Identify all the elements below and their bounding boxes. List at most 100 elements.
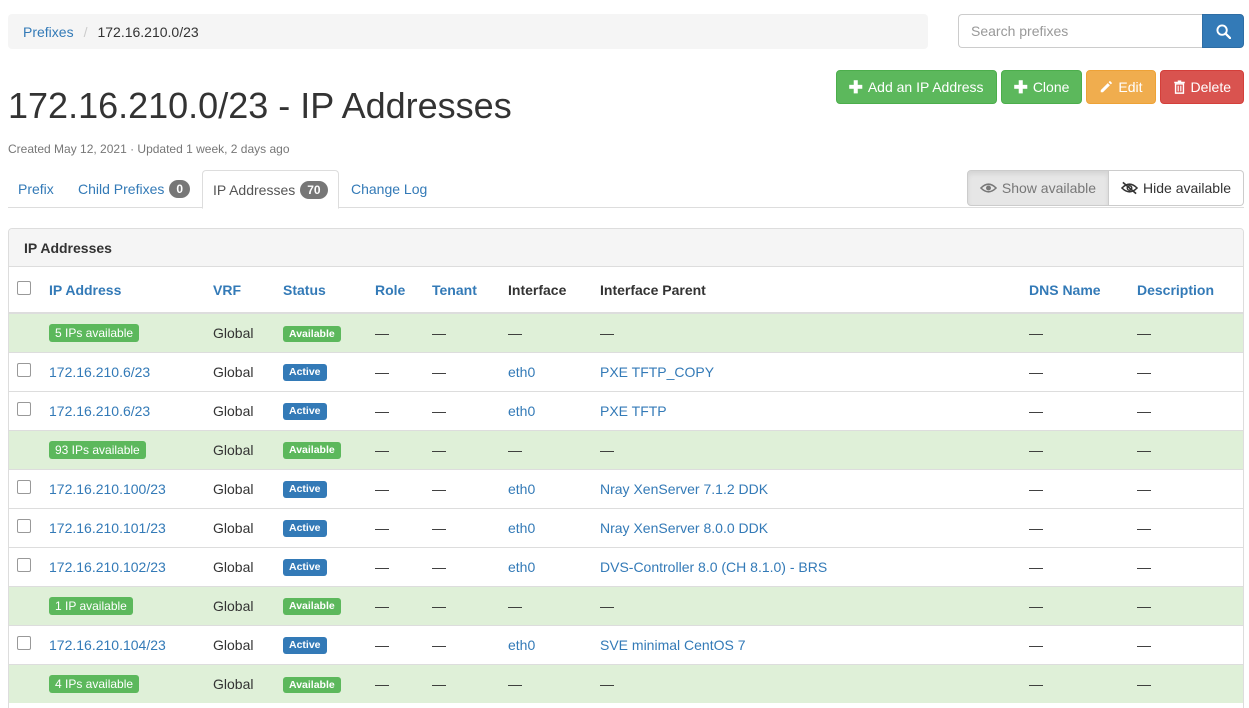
tenant-cell: —: [424, 507, 500, 547]
tenant-cell: —: [424, 468, 500, 508]
status-cell: Available: [275, 429, 367, 469]
search-icon: [1215, 23, 1231, 39]
tab-child-prefixes[interactable]: Child Prefixes 0: [68, 170, 200, 208]
ip-cell: 172.16.210.6/23: [41, 351, 205, 391]
ip-address-link[interactable]: 172.16.210.100/23: [49, 481, 166, 497]
table-row: 172.16.210.6/23 Global Active — — eth0 PXE TFT…: [9, 351, 1243, 391]
show-available-label: Show available: [1001, 180, 1097, 196]
table-row: 172.16.210.100/23 Global Active — — eth0 Nray …: [9, 468, 1243, 508]
breadcrumb-prefixes-link[interactable]: Prefixes: [23, 24, 74, 40]
tab-prefix[interactable]: Prefix: [8, 170, 64, 208]
ip-addresses-table: IP Address VRF Status Role Tenant Interf…: [9, 267, 1243, 703]
row-checkbox[interactable]: [17, 363, 31, 377]
header-vrf[interactable]: VRF: [205, 267, 275, 314]
available-ips-link[interactable]: 1 IP available: [49, 596, 133, 615]
row-checkbox[interactable]: [17, 636, 31, 650]
interface-parent-cell: PXE TFTP: [592, 390, 1021, 430]
table-row: 172.16.210.101/23 Global Active — — eth0 Nray …: [9, 507, 1243, 547]
interface-parent-link[interactable]: Nray XenServer 8.0.0 DDK: [600, 520, 768, 536]
interface-link[interactable]: eth0: [508, 403, 535, 419]
interface-parent-link[interactable]: SVE minimal CentOS 7: [600, 637, 746, 653]
description-cell: —: [1129, 390, 1243, 430]
row-select-cell: [9, 351, 41, 391]
row-select-cell: [9, 624, 41, 664]
row-checkbox[interactable]: [17, 480, 31, 494]
ip-address-link[interactable]: 172.16.210.101/23: [49, 520, 166, 536]
tenant-cell: —: [424, 546, 500, 586]
show-available-button[interactable]: Show available: [966, 170, 1110, 206]
tab-ip-addresses[interactable]: IP Addresses 70: [202, 170, 339, 209]
status-cell: Active: [275, 390, 367, 430]
tenant-cell: —: [424, 624, 500, 664]
edit-button[interactable]: Edit: [1086, 70, 1156, 104]
search-button[interactable]: [1202, 14, 1244, 48]
interface-parent-cell: SVE minimal CentOS 7: [592, 624, 1021, 664]
ip-address-link[interactable]: 172.16.210.104/23: [49, 637, 166, 653]
status-badge: Active: [283, 481, 327, 498]
interface-parent-link[interactable]: Nray XenServer 7.1.2 DDK: [600, 481, 768, 497]
status-badge: Active: [283, 520, 327, 537]
ip-cell: 172.16.210.101/23: [41, 507, 205, 547]
clone-label: Clone: [1032, 79, 1070, 95]
edit-label: Edit: [1118, 79, 1143, 95]
breadcrumb-separator: /: [83, 23, 88, 40]
interface-link[interactable]: eth0: [508, 637, 535, 653]
row-checkbox[interactable]: [17, 402, 31, 416]
status-cell: Available: [275, 663, 367, 703]
add-ip-address-button[interactable]: ✚ Add an IP Address: [835, 70, 997, 104]
panel-heading: IP Addresses: [9, 229, 1243, 267]
ip-address-link[interactable]: 172.16.210.102/23: [49, 559, 166, 575]
available-ips-link[interactable]: 93 IPs available: [49, 440, 146, 459]
table-row: 5 IPs available Global Available — — — — — —: [9, 312, 1243, 352]
header-description[interactable]: Description: [1129, 267, 1243, 314]
available-ips-link[interactable]: 5 IPs available: [49, 323, 140, 342]
interface-link[interactable]: eth0: [508, 520, 535, 536]
hide-available-button[interactable]: Hide available: [1109, 170, 1244, 206]
vrf-cell: Global: [205, 585, 275, 625]
header-role[interactable]: Role: [367, 267, 424, 314]
role-cell: —: [367, 429, 424, 469]
header-tenant[interactable]: Tenant: [424, 267, 500, 314]
available-ips-link[interactable]: 4 IPs available: [49, 674, 140, 693]
vrf-cell: Global: [205, 546, 275, 586]
pencil-icon: [1101, 80, 1113, 93]
ip-addresses-count-badge: 70: [300, 180, 328, 199]
dns-name-cell: —: [1021, 507, 1129, 547]
delete-button[interactable]: Delete: [1159, 70, 1244, 104]
description-cell: —: [1129, 351, 1243, 391]
clone-button[interactable]: ✚ Clone: [1000, 70, 1083, 104]
interface-parent-link[interactable]: DVS-Controller 8.0 (CH 8.1.0) - BRS: [600, 559, 827, 575]
tenant-cell: —: [424, 585, 500, 625]
interface-link[interactable]: eth0: [508, 364, 535, 380]
header-ip-address[interactable]: IP Address: [41, 267, 205, 314]
search-input[interactable]: [958, 14, 1202, 48]
row-checkbox[interactable]: [17, 558, 31, 572]
interface-parent-link[interactable]: PXE TFTP_COPY: [600, 364, 714, 380]
ip-cell: 93 IPs available: [41, 429, 205, 469]
dns-name-cell: —: [1021, 468, 1129, 508]
interface-cell: eth0: [500, 624, 592, 664]
interface-link[interactable]: eth0: [508, 559, 535, 575]
interface-link[interactable]: eth0: [508, 481, 535, 497]
search-form: [958, 14, 1244, 48]
row-select-cell: [9, 507, 41, 547]
description-cell: —: [1129, 429, 1243, 469]
header-status[interactable]: Status: [275, 267, 367, 314]
row-checkbox[interactable]: [17, 519, 31, 533]
vrf-cell: Global: [205, 312, 275, 352]
row-select-cell: [9, 546, 41, 586]
row-select-cell: [9, 429, 41, 469]
tab-change-log[interactable]: Change Log: [341, 170, 437, 208]
select-all-cell: [9, 267, 41, 314]
dns-name-cell: —: [1021, 624, 1129, 664]
status-cell: Active: [275, 507, 367, 547]
select-all-checkbox[interactable]: [17, 281, 31, 295]
interface-parent-cell: DVS-Controller 8.0 (CH 8.1.0) - BRS: [592, 546, 1021, 586]
interface-cell: —: [500, 312, 592, 352]
ip-address-link[interactable]: 172.16.210.6/23: [49, 364, 150, 380]
ip-address-link[interactable]: 172.16.210.6/23: [49, 403, 150, 419]
header-dns-name[interactable]: DNS Name: [1021, 267, 1129, 314]
vrf-cell: Global: [205, 351, 275, 391]
table-row: 172.16.210.104/23 Global Active — — eth0 SVE m…: [9, 624, 1243, 664]
interface-parent-link[interactable]: PXE TFTP: [600, 403, 667, 419]
